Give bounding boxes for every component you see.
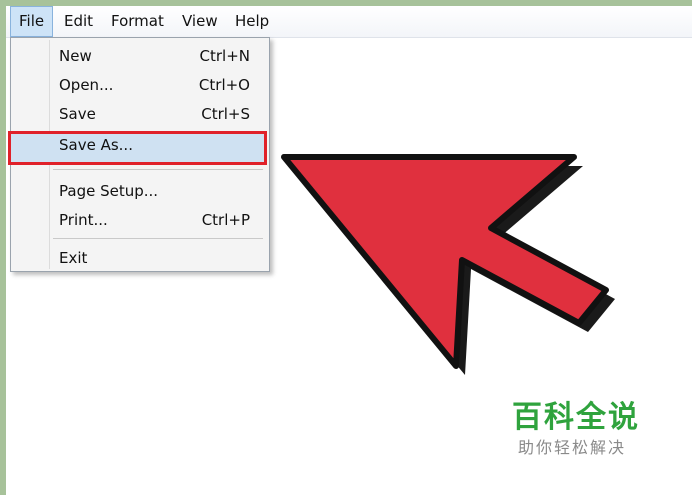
arrow-shape [281, 154, 609, 369]
watermark-title: 百科全说 [512, 400, 640, 435]
watermark-subtitle: 助你轻松解决 [518, 438, 627, 457]
